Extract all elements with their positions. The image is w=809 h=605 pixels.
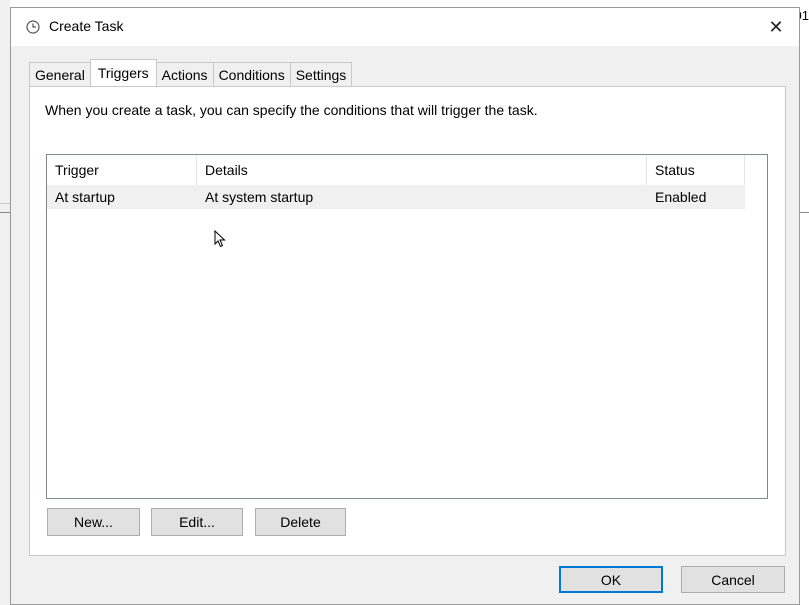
tab-triggers[interactable]: Triggers [89, 59, 157, 86]
clock-icon [26, 20, 40, 34]
close-icon: ✕ [768, 16, 784, 37]
triggers-description: When you create a task, you can specify … [45, 102, 538, 118]
close-button[interactable]: ✕ [753, 8, 799, 46]
tab-general[interactable]: General [29, 62, 91, 86]
column-header-status[interactable]: Status [647, 155, 745, 185]
dialog-title: Create Task [49, 18, 124, 34]
table-row[interactable]: At startup At system startup Enabled [47, 185, 745, 209]
tab-actions[interactable]: Actions [155, 62, 214, 86]
create-task-dialog: Create Task ✕ General Triggers Actions C… [10, 7, 800, 605]
ok-button[interactable]: OK [559, 566, 663, 593]
new-trigger-button[interactable]: New... [47, 508, 140, 536]
cell-trigger: At startup [55, 189, 115, 205]
triggers-list[interactable]: Trigger Details Status At startup At sys… [46, 154, 768, 499]
triggers-panel: When you create a task, you can specify … [29, 86, 786, 556]
background-divider [0, 212, 10, 213]
cancel-button[interactable]: Cancel [681, 566, 785, 593]
column-header-trigger[interactable]: Trigger [47, 155, 197, 185]
background-divider [0, 203, 10, 204]
tab-strip: General Triggers Actions Conditions Sett… [29, 59, 353, 86]
tab-settings[interactable]: Settings [289, 62, 353, 86]
cell-status: Enabled [655, 189, 707, 205]
column-header-details[interactable]: Details [197, 155, 647, 185]
edit-trigger-button[interactable]: Edit... [151, 508, 243, 536]
title-bar[interactable]: Create Task ✕ [11, 8, 799, 46]
list-header: Trigger Details Status [47, 155, 745, 185]
mouse-pointer-icon [214, 230, 226, 248]
cell-details: At system startup [205, 189, 314, 205]
delete-trigger-button[interactable]: Delete [255, 508, 346, 536]
background-window-edge [0, 0, 10, 605]
background-divider [800, 212, 809, 213]
tab-conditions[interactable]: Conditions [212, 62, 291, 86]
